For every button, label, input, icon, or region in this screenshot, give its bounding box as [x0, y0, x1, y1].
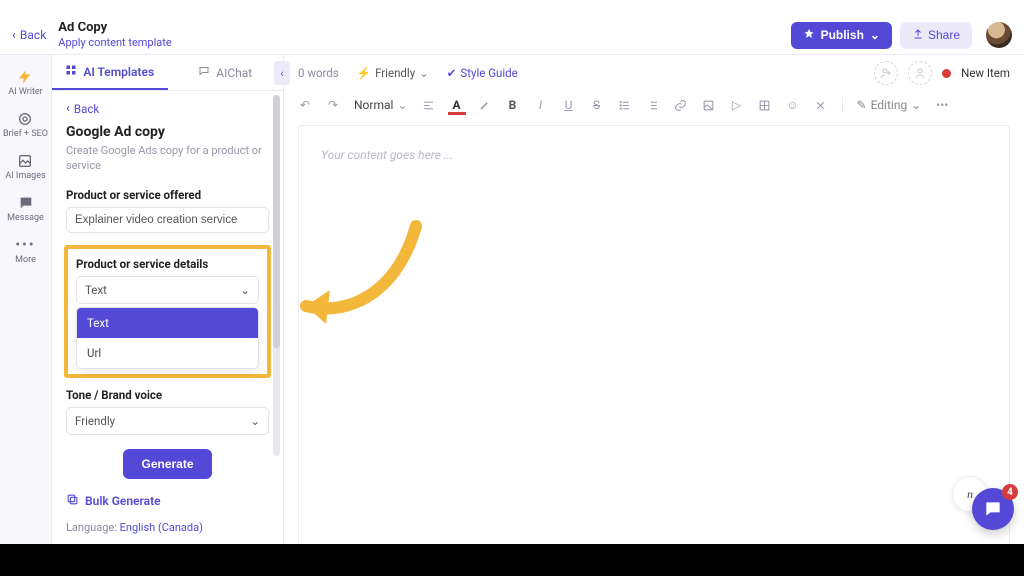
- share-button[interactable]: Share: [900, 22, 972, 49]
- generate-button[interactable]: Generate: [123, 449, 211, 479]
- apply-template-link[interactable]: Apply content template: [58, 36, 171, 49]
- document-status[interactable]: New Item: [961, 66, 1010, 80]
- style-guide-pill[interactable]: ✔ Style Guide: [447, 66, 518, 80]
- language-row: Language: English (Canada): [66, 521, 269, 534]
- product-details-group: Product or service details Text ⌄ Text U…: [64, 245, 271, 378]
- chat-icon: [18, 195, 34, 211]
- rail-more[interactable]: ••• More: [15, 237, 36, 265]
- nav-rail: AI Writer Brief + SEO AI Images Message …: [0, 55, 52, 576]
- underline-icon[interactable]: U: [562, 98, 576, 112]
- chevron-left-icon: ‹: [66, 101, 70, 116]
- language-link[interactable]: English (Canada): [120, 521, 203, 534]
- rocket-icon: [803, 28, 815, 43]
- mode-menu[interactable]: ✎ Editing ⌄: [857, 98, 922, 112]
- highlight-icon[interactable]: [478, 98, 492, 112]
- more-icon: •••: [17, 237, 33, 253]
- redo-icon[interactable]: ↷: [326, 98, 340, 112]
- rail-ai-writer[interactable]: AI Writer: [8, 69, 42, 97]
- product-details-label: Product or service details: [76, 257, 259, 271]
- editor-toolbar: ↶ ↷ Normal⌄ A B I U S ▷ ☺: [284, 91, 1024, 119]
- bolt-icon: [17, 69, 33, 85]
- target-icon: [17, 111, 33, 127]
- tone-pill[interactable]: ⚡ Friendly ⌄: [357, 66, 429, 80]
- tab-ai-templates[interactable]: AI Templates: [52, 55, 168, 90]
- bulk-generate-link[interactable]: Bulk Generate: [66, 493, 269, 509]
- pane-scrollbar[interactable]: [273, 95, 280, 456]
- tone-select[interactable]: Friendly ⌄: [66, 407, 269, 435]
- status-dot-icon: [942, 69, 951, 78]
- bold-icon[interactable]: B: [506, 98, 520, 112]
- rail-message[interactable]: Message: [7, 195, 44, 223]
- publish-button[interactable]: Publish ⌄: [791, 22, 892, 49]
- tone-label: Tone / Brand voice: [66, 388, 269, 402]
- grid-icon: [65, 64, 77, 79]
- chevron-down-icon: ⌄: [911, 98, 921, 112]
- strike-icon[interactable]: S: [590, 98, 604, 112]
- chevron-left-icon: ‹: [12, 28, 16, 43]
- template-title: Google Ad copy: [66, 124, 269, 140]
- collapse-pane-button[interactable]: ‹: [274, 61, 290, 85]
- italic-icon[interactable]: I: [534, 98, 548, 112]
- rail-ai-images[interactable]: AI Images: [5, 153, 45, 181]
- dropdown-option-text[interactable]: Text: [77, 308, 258, 338]
- template-subtitle: Create Google Ads copy for a product or …: [66, 144, 269, 174]
- product-offered-input[interactable]: [66, 207, 269, 233]
- editor-placeholder: Your content goes here ...: [321, 148, 453, 162]
- copy-icon: [66, 493, 79, 509]
- chat-widget[interactable]: 4: [972, 488, 1014, 530]
- chevron-down-icon: ⌄: [870, 28, 880, 42]
- product-details-dropdown: Text Url: [76, 307, 259, 369]
- back-label: Back: [20, 28, 46, 42]
- product-offered-label: Product or service offered: [66, 188, 269, 202]
- bullet-list-icon[interactable]: [618, 98, 632, 112]
- collab-user-icon[interactable]: [908, 61, 932, 85]
- chevron-down-icon: ⌄: [397, 98, 407, 112]
- emoji-icon[interactable]: ☺: [786, 98, 800, 112]
- check-circle-icon: ✔: [447, 66, 457, 80]
- editor-area: 0 words ⚡ Friendly ⌄ ✔ Style Guide New I…: [284, 55, 1024, 576]
- chevron-down-icon: ⌄: [250, 414, 260, 428]
- pencil-icon: ✎: [857, 98, 867, 112]
- link-icon[interactable]: [674, 98, 688, 112]
- rail-brief-seo[interactable]: Brief + SEO: [3, 111, 48, 139]
- tab-aichat[interactable]: AIChat: [168, 55, 284, 90]
- block-style-select[interactable]: Normal⌄: [354, 98, 408, 112]
- overflow-icon[interactable]: •••: [935, 98, 949, 112]
- back-button[interactable]: ‹ Back: [12, 28, 46, 43]
- pane-back-button[interactable]: ‹Back: [66, 101, 269, 116]
- bottom-letterbox: [0, 544, 1024, 576]
- chevron-down-icon: ⌄: [419, 66, 429, 80]
- image-icon: [17, 153, 33, 169]
- chevron-down-icon: ⌄: [240, 283, 250, 297]
- upload-icon: [912, 28, 924, 43]
- align-icon[interactable]: [422, 98, 436, 112]
- avatar[interactable]: [986, 22, 1012, 48]
- templates-pane: AI Templates AIChat ‹ ‹Back Google Ad co…: [52, 55, 284, 576]
- dropdown-option-url[interactable]: Url: [77, 338, 258, 368]
- page-title: Ad Copy: [58, 21, 171, 35]
- table-icon[interactable]: [758, 98, 772, 112]
- word-count: 0 words: [298, 66, 339, 80]
- chat-bubble-icon: [198, 65, 210, 80]
- collab-add-user-icon[interactable]: [874, 61, 898, 85]
- image-insert-icon[interactable]: [702, 98, 716, 112]
- undo-icon[interactable]: ↶: [298, 98, 312, 112]
- product-details-select[interactable]: Text ⌄: [76, 276, 259, 304]
- editor-canvas[interactable]: Your content goes here ...: [298, 125, 1010, 562]
- clear-format-icon[interactable]: [814, 98, 828, 112]
- chat-badge: 4: [1002, 484, 1018, 500]
- video-icon[interactable]: ▷: [730, 98, 744, 112]
- text-color-icon[interactable]: A: [450, 98, 464, 112]
- number-list-icon[interactable]: [646, 98, 660, 112]
